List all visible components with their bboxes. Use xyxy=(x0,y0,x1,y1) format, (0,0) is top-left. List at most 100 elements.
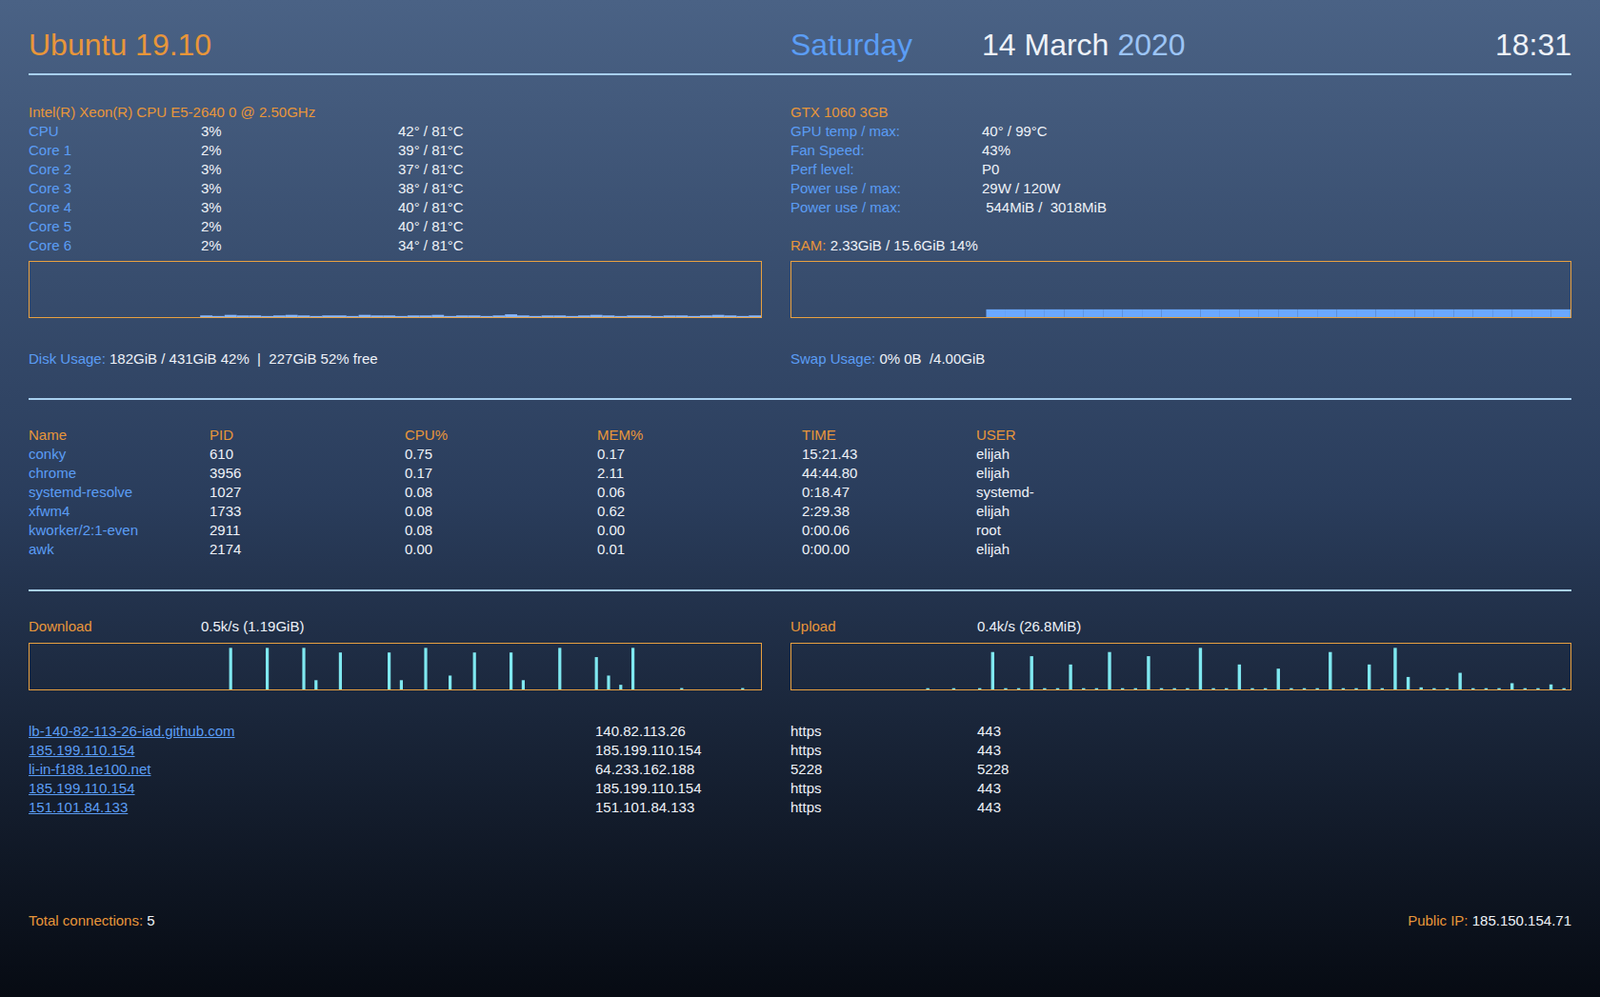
process-cell: 0.06 xyxy=(597,482,802,502)
process-row: conky6100.750.1715:21.43elijah xyxy=(28,444,1572,464)
process-row: systemd-resolve10270.080.060:18.47system… xyxy=(28,482,1572,502)
os-name: Ubuntu 19.10 xyxy=(28,24,762,65)
column-header: CPU% xyxy=(404,425,598,445)
header: Ubuntu 19.10 Saturday14 March2020 18:31 xyxy=(28,24,1572,65)
cpu-row: Core 52%40° / 81°C xyxy=(28,217,762,237)
connection-row: 185.199.110.154185.199.110.154https443 xyxy=(28,740,1572,760)
process-cell: 0.62 xyxy=(597,501,802,521)
process-cell: 1733 xyxy=(209,501,405,521)
cpu-row: Core 62%34° / 81°C xyxy=(28,236,762,256)
process-cell: 0.08 xyxy=(404,482,598,502)
download-label: Download xyxy=(28,617,201,637)
cpu-graph xyxy=(28,260,762,319)
gpu-row: Power use / max:29W / 120W xyxy=(790,179,1572,199)
process-cell: elijah xyxy=(976,444,1572,464)
process-row: kworker/2:1-even29110.080.000:00.06root xyxy=(28,520,1572,540)
disk-usage: Disk Usage: 182GiB / 431GiB 42% | 227GiB… xyxy=(28,349,762,369)
process-cell: elijah xyxy=(976,501,1572,521)
process-cell: 0.00 xyxy=(597,520,802,540)
cpu-panel: Intel(R) Xeon(R) CPU E5-2640 0 @ 2.50GHz… xyxy=(28,102,762,369)
connection-list: lb-140-82-113-26-iad.github.com140.82.11… xyxy=(28,721,1572,818)
cpu-row: Core 33%38° / 81°C xyxy=(28,179,762,199)
total-connections: Total connections: 5 xyxy=(28,911,156,931)
gpu-row: Power use / max: 544MiB / 3018MiB xyxy=(790,198,1572,218)
footer: Total connections: 5 Public IP: 185.150.1… xyxy=(28,911,1572,931)
process-cell: 0.08 xyxy=(404,520,598,540)
process-cell: 0.01 xyxy=(597,540,802,560)
cpu-row: Core 12%39° / 81°C xyxy=(28,140,762,160)
date-time: Saturday14 March2020 18:31 xyxy=(790,24,1572,65)
divider xyxy=(28,589,1572,592)
download-graph-plot xyxy=(29,643,761,690)
cpu-row: CPU3%42° / 81°C xyxy=(28,121,762,141)
connection-row: li-in-f188.1e100.net64.233.162.188522852… xyxy=(28,760,1572,780)
process-cell: xfwm4 xyxy=(28,501,210,521)
divider xyxy=(28,73,1572,76)
process-header: NamePIDCPU%MEM%TIMEUSER xyxy=(28,425,1572,445)
process-cell: conky xyxy=(28,444,210,464)
process-cell: 2174 xyxy=(209,540,405,560)
process-cell: 0.75 xyxy=(404,444,598,464)
hardware-section: Intel(R) Xeon(R) CPU E5-2640 0 @ 2.50GHz… xyxy=(28,102,1572,369)
download-graph xyxy=(28,642,762,691)
day: Saturday xyxy=(790,24,982,65)
process-cell: elijah xyxy=(976,540,1572,560)
date: 14 March xyxy=(981,24,1109,65)
public-ip: Public IP: 185.150.154.71 xyxy=(1407,911,1572,931)
process-cell: 2.11 xyxy=(597,463,802,483)
upload-panel: Upload0.4k/s (26.8MiB) xyxy=(790,617,1572,691)
process-cell: 2:29.38 xyxy=(801,501,977,521)
cpu-model: Intel(R) Xeon(R) CPU E5-2640 0 @ 2.50GHz xyxy=(28,102,762,122)
process-cell: 2911 xyxy=(209,520,405,540)
ram-usage: RAM: 2.33GiB / 15.6GiB 14% xyxy=(790,236,1572,256)
process-cell: kworker/2:1-even xyxy=(28,520,210,540)
download-value: 0.5k/s (1.19GiB) xyxy=(200,617,762,637)
process-cell: 0:00.00 xyxy=(801,540,977,560)
process-row: awk21740.000.010:00.00elijah xyxy=(28,540,1572,560)
gpu-row: Fan Speed:43% xyxy=(790,140,1572,160)
connection-row: 185.199.110.154185.199.110.154https443 xyxy=(28,779,1572,799)
process-cell: chrome xyxy=(28,463,210,483)
process-cell: 0:18.47 xyxy=(801,482,977,502)
process-table: NamePIDCPU%MEM%TIMEUSERconky6100.750.171… xyxy=(28,425,1572,560)
process-cell: awk xyxy=(28,540,210,560)
connection-row: 151.101.84.133151.101.84.133https443 xyxy=(28,798,1572,818)
process-cell: 610 xyxy=(209,444,405,464)
column-header: MEM% xyxy=(597,425,802,445)
process-cell: 0.00 xyxy=(404,540,598,560)
process-cell: 0:00.06 xyxy=(801,520,977,540)
swap-usage: Swap Usage: 0% 0B /4.00GiB xyxy=(790,349,1572,369)
network-section: Download0.5k/s (1.19GiB) Upload0.4k/s (26… xyxy=(28,617,1572,691)
divider xyxy=(28,398,1572,400)
gpu-row: Perf level:P0 xyxy=(790,160,1572,180)
gpu-row: GPU temp / max:40° / 99°C xyxy=(790,121,1572,141)
year: 2020 xyxy=(1117,24,1185,65)
connection-row: lb-140-82-113-26-iad.github.com140.82.11… xyxy=(28,721,1572,741)
cpu-graph-plot xyxy=(29,261,761,318)
process-row: xfwm417330.080.622:29.38elijah xyxy=(28,501,1572,521)
upload-graph-plot xyxy=(791,643,1571,690)
process-cell: 0.17 xyxy=(404,463,598,483)
process-row: chrome39560.172.1144:44.80elijah xyxy=(28,463,1572,483)
upload-graph xyxy=(790,642,1572,691)
process-cell: 15:21.43 xyxy=(801,444,977,464)
download-panel: Download0.5k/s (1.19GiB) xyxy=(28,617,762,691)
process-cell: systemd- xyxy=(976,482,1572,502)
process-cell: root xyxy=(976,520,1572,540)
upload-value: 0.4k/s (26.8MiB) xyxy=(977,617,1572,637)
column-header: PID xyxy=(209,425,405,445)
column-header: TIME xyxy=(801,425,977,445)
clock: 18:31 xyxy=(1495,24,1572,65)
process-cell: 44:44.80 xyxy=(801,463,977,483)
cpu-row: Core 23%37° / 81°C xyxy=(28,160,762,180)
ram-graph xyxy=(790,260,1572,319)
cpu-row: Core 43%40° / 81°C xyxy=(28,198,762,218)
process-cell: elijah xyxy=(976,463,1572,483)
conky-desktop: Ubuntu 19.10 Saturday14 March2020 18:31 Int… xyxy=(0,0,1600,997)
ram-graph-plot xyxy=(791,261,1571,318)
upload-label: Upload xyxy=(790,617,978,637)
column-header: Name xyxy=(28,425,210,445)
process-cell: 1027 xyxy=(209,482,405,502)
gpu-model: GTX 1060 3GB xyxy=(790,102,1572,122)
process-cell: 0.17 xyxy=(597,444,802,464)
